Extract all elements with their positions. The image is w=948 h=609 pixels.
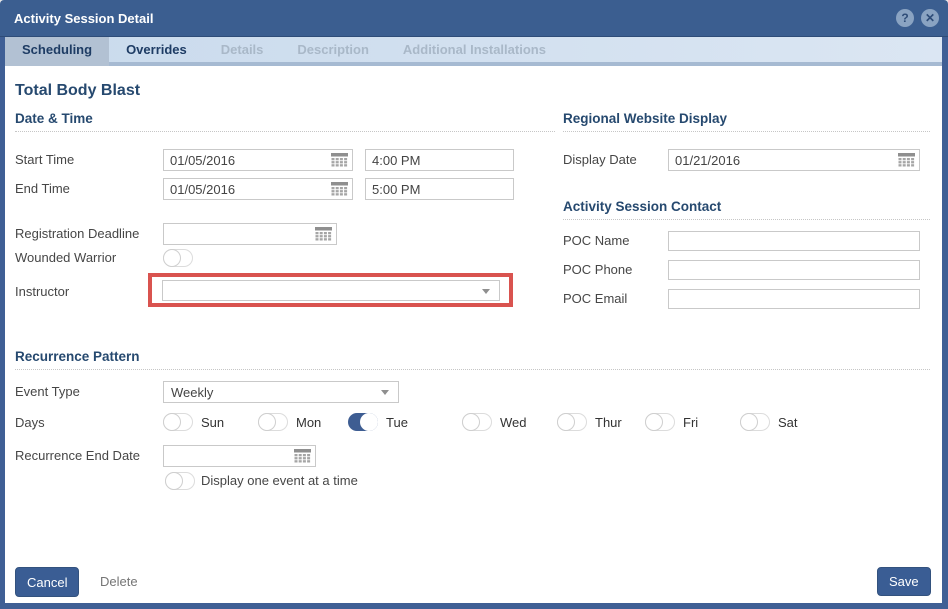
dialog-border-bottom (0, 603, 948, 609)
tab-overrides[interactable]: Overrides (109, 37, 204, 66)
toggle-knob (163, 249, 181, 267)
toggle-switch[interactable] (258, 413, 288, 431)
days-toggle-group: Sun Mon Tue Wed Thur Fri Sat (163, 413, 820, 431)
day-toggle-wed[interactable]: Wed (462, 413, 557, 431)
day-label: Sun (201, 415, 224, 430)
end-time-input[interactable] (365, 178, 514, 200)
day-toggle-tue[interactable]: Tue (348, 413, 462, 431)
tab-scheduling[interactable]: Scheduling (5, 37, 109, 66)
date-time-divider (15, 131, 555, 132)
close-icon[interactable]: ✕ (921, 9, 939, 27)
toggle-switch[interactable] (462, 413, 492, 431)
wounded-warrior-label: Wounded Warrior (15, 249, 116, 267)
save-button[interactable]: Save (877, 567, 931, 596)
dialog-titlebar: Activity Session Detail ? ✕ (0, 0, 948, 37)
day-label: Tue (386, 415, 408, 430)
toggle-knob (462, 413, 480, 431)
poc-name-label: POC Name (563, 231, 629, 251)
day-toggle-sat[interactable]: Sat (740, 413, 820, 431)
toggle-switch[interactable] (557, 413, 587, 431)
help-icon[interactable]: ? (896, 9, 914, 27)
toggle-knob (163, 413, 181, 431)
toggle-switch[interactable] (645, 413, 675, 431)
registration-deadline-input[interactable] (163, 223, 337, 245)
day-label: Sat (778, 415, 798, 430)
tab-additional-installations: Additional Installations (386, 37, 563, 66)
calendar-icon[interactable] (315, 227, 332, 241)
contact-divider (563, 219, 930, 220)
toggle-switch[interactable] (163, 413, 193, 431)
registration-deadline-label: Registration Deadline (15, 223, 139, 245)
titlebar-icons: ? ✕ (896, 9, 939, 27)
event-type-select[interactable]: Weekly (163, 381, 399, 403)
tab-bar: Scheduling Overrides Details Description… (5, 37, 942, 66)
toggle-knob (645, 413, 663, 431)
display-date-label: Display Date (563, 149, 637, 171)
day-toggle-thur[interactable]: Thur (557, 413, 645, 431)
dialog-title: Activity Session Detail (14, 0, 153, 37)
wounded-warrior-toggle[interactable] (163, 249, 193, 267)
recurrence-heading: Recurrence Pattern (15, 349, 140, 364)
page-title: Total Body Blast (15, 82, 140, 100)
cancel-button[interactable]: Cancel (15, 567, 79, 597)
day-label: Thur (595, 415, 622, 430)
regional-heading: Regional Website Display (563, 111, 727, 126)
tab-details: Details (204, 37, 281, 66)
day-label: Wed (500, 415, 527, 430)
toggle-switch[interactable] (740, 413, 770, 431)
start-date-field (163, 149, 353, 171)
end-date-field (163, 178, 353, 200)
day-toggle-mon[interactable]: Mon (258, 413, 348, 431)
calendar-icon[interactable] (294, 449, 311, 463)
poc-name-input[interactable] (668, 231, 920, 251)
display-one-event-label: Display one event at a time (201, 472, 358, 490)
toggle-knob (740, 413, 758, 431)
instructor-label: Instructor (15, 281, 69, 303)
start-date-input[interactable] (163, 149, 353, 171)
display-date-input[interactable] (668, 149, 920, 171)
calendar-icon[interactable] (898, 153, 915, 167)
instructor-select[interactable] (162, 280, 500, 301)
end-time-label: End Time (15, 178, 70, 200)
tab-description: Description (280, 37, 386, 66)
day-toggle-fri[interactable]: Fri (645, 413, 740, 431)
activity-session-detail-dialog: Activity Session Detail ? ✕ Scheduling O… (0, 0, 948, 609)
dialog-border-right (942, 37, 948, 609)
chevron-down-icon (381, 390, 389, 395)
start-time-label: Start Time (15, 149, 74, 171)
end-date-input[interactable] (163, 178, 353, 200)
poc-email-label: POC Email (563, 289, 627, 309)
display-one-event-toggle[interactable] (165, 472, 195, 490)
recurrence-divider (15, 369, 930, 370)
calendar-icon[interactable] (331, 153, 348, 167)
dialog-border-left (0, 37, 5, 609)
start-time-input[interactable] (365, 149, 514, 171)
toggle-knob (557, 413, 575, 431)
poc-phone-label: POC Phone (563, 260, 632, 280)
event-type-value: Weekly (171, 382, 213, 403)
day-label: Mon (296, 415, 321, 430)
day-label: Fri (683, 415, 698, 430)
toggle-knob (258, 413, 276, 431)
day-toggle-sun[interactable]: Sun (163, 413, 258, 431)
date-time-heading: Date & Time (15, 111, 93, 126)
calendar-icon[interactable] (331, 182, 348, 196)
recurrence-end-date-field (163, 445, 316, 467)
toggle-knob (165, 472, 183, 490)
toggle-knob (360, 413, 378, 431)
event-type-label: Event Type (15, 381, 80, 403)
days-label: Days (15, 414, 45, 432)
contact-heading: Activity Session Contact (563, 199, 721, 214)
chevron-down-icon (482, 289, 490, 294)
recurrence-end-date-label: Recurrence End Date (15, 445, 140, 467)
registration-deadline-field (163, 223, 337, 245)
poc-email-input[interactable] (668, 289, 920, 309)
toggle-switch[interactable] (348, 413, 378, 431)
poc-phone-input[interactable] (668, 260, 920, 280)
display-date-field (668, 149, 920, 171)
regional-divider (563, 131, 930, 132)
delete-link[interactable]: Delete (100, 567, 138, 597)
